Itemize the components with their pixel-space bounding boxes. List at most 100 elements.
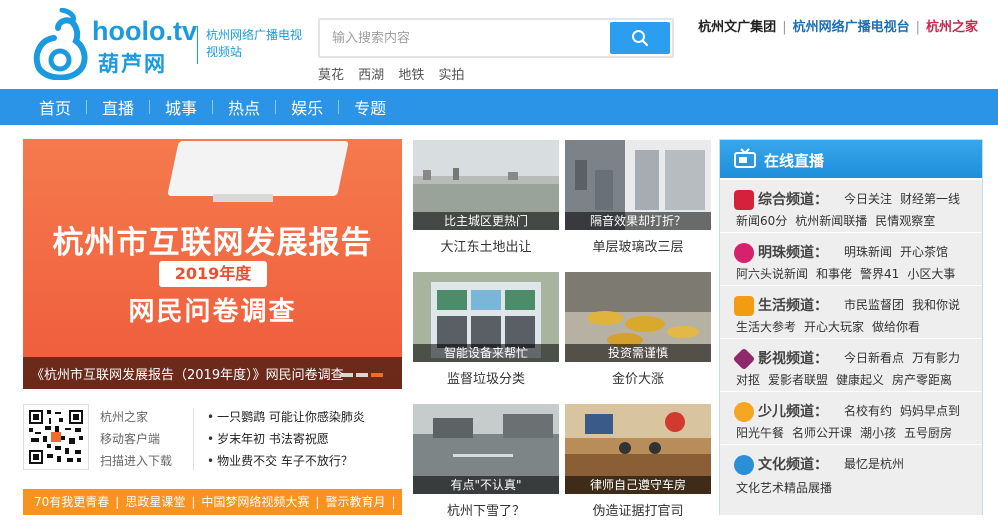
thumb-title[interactable]: 大江东土地出让 [413,236,559,255]
channel-row-general: 综合频道： 今日关注 财经第一线 新闻60分 杭州新闻联播 民情观察室 [720,179,982,232]
program-link[interactable]: 文化艺术精品展播 [736,481,832,495]
nav-item-live[interactable]: 直播 [87,95,149,119]
thumb-title[interactable]: 单层玻璃改三层 [565,236,711,255]
program-link[interactable]: 明珠新闻 [844,245,892,259]
hot-word[interactable]: 莫花 [318,68,344,83]
program-link[interactable]: 房产零距离 [892,373,952,387]
nav-item-home[interactable]: 首页 [24,95,86,119]
program-link[interactable]: 开心茶馆 [900,245,948,259]
program-link[interactable]: 我和你说 [912,298,960,312]
thumb-title[interactable]: 杭州下雪了？ [413,500,559,519]
program-link[interactable]: 做给你看 [872,320,920,334]
nav-item-hot[interactable]: 热点 [213,95,275,119]
topic-link[interactable]: 思政星课堂 [125,495,185,509]
program-link[interactable]: 杭州新闻联播 [795,214,867,228]
culture-channel-icon [734,455,754,475]
thumb-caption: 隔音效果却打折？ [565,212,711,230]
life-channel-icon [734,296,754,316]
topic-link[interactable]: 中国梦网络视频大赛 [201,495,309,509]
thumb-title[interactable]: 金价大涨 [565,368,711,387]
video-thumb[interactable]: 比主城区更热门 [413,140,559,230]
video-thumb[interactable]: 投资需谨慎 [565,272,711,362]
app-links: 杭州之家 移动客户端 扫描进入下载 [100,406,172,472]
program-link[interactable]: 五号厨房 [904,426,952,440]
link-hangzhou-home[interactable]: 杭州之家 [100,406,172,428]
program-link[interactable]: 名师公开课 [792,426,852,440]
thumb-title[interactable]: 监督垃圾分类 [413,368,559,387]
channel-row-life: 生活频道： 市民监督团 我和你说 生活大参考 开心大玩家 做给你看 [720,285,982,338]
program-link[interactable]: 名校有约 [844,404,892,418]
channel-name[interactable]: 明珠频道： [758,242,828,262]
news-item[interactable]: 物业费不交 车子不放行？ [207,450,365,472]
program-link[interactable]: 新闻60分 [736,214,787,228]
program-link[interactable]: 对抠 [736,373,760,387]
program-link[interactable]: 阿六头说新闻 [736,267,808,281]
video-thumb[interactable]: 智能设备来帮忙 [413,272,559,362]
program-link[interactable]: 爱影者联盟 [768,373,828,387]
program-link[interactable]: 和事佬 [816,267,852,281]
link-scan-download[interactable]: 扫描进入下载 [100,450,172,472]
program-link[interactable]: 开心大玩家 [804,320,864,334]
thumb-caption: 比主城区更热门 [413,212,559,230]
nav-item-topics[interactable]: 专题 [339,95,401,119]
program-link[interactable]: 市民监督团 [844,298,904,312]
banner-title: 杭州市互联网发展报告 [52,225,373,261]
qr-code-icon [27,408,85,466]
program-link[interactable]: 阳光午餐 [736,426,784,440]
channel-name[interactable]: 综合频道： [758,189,828,209]
site-logo[interactable]: hoolo.tv 葫芦网 [32,7,202,81]
hot-word[interactable]: 实拍 [438,68,464,83]
news-item[interactable]: 岁末年初 书法寄祝愿 [207,428,365,450]
program-link[interactable]: 最忆是杭州 [844,457,904,471]
video-thumb[interactable]: 律师自己遵守车房 [565,404,711,494]
video-thumb[interactable]: 隔音效果却打折？ [565,140,711,230]
program-link[interactable]: 万有影力 [912,351,960,365]
featured-banner[interactable]: 杭州市互联网发展报告 2019年度 网民问卷调查 《杭州市互联网发展报告（201… [23,139,402,389]
app-download-block: 杭州之家 移动客户端 扫描进入下载 一只鹦鹉 可能让你感染肺炎 岁末年初 书法寄… [23,404,402,476]
channel-name[interactable]: 文化频道： [758,454,828,474]
program-link[interactable]: 小区大事 [907,267,955,281]
pager-dot-active[interactable] [371,373,383,377]
top-link-station[interactable]: 杭州网络广播电视台 [793,20,910,35]
topic-link[interactable]: 70有我更青春 [34,495,109,509]
tv-icon [734,148,756,168]
hot-word[interactable]: 西湖 [358,68,384,83]
live-channels-panel: 在线直播 综合频道： 今日关注 财经第一线 新闻60分 杭州新闻联播 民情观察室 明珠… [719,139,983,515]
program-link[interactable]: 民情观察室 [875,214,935,228]
program-link[interactable]: 健康起义 [836,373,884,387]
program-link[interactable]: 财经第一线 [900,192,960,206]
nav-item-entertainment[interactable]: 娱乐 [276,95,338,119]
channel-name[interactable]: 影视频道： [758,348,828,368]
film-channel-icon [732,347,756,371]
program-link[interactable]: 今日关注 [844,192,892,206]
channel-name[interactable]: 少儿频道： [758,401,828,421]
bar-separator: | [315,495,320,509]
link-separator: | [915,20,920,35]
logo-subtitle: 葫芦网 [98,52,167,76]
banner-caption[interactable]: 《杭州市互联网发展报告（2019年度）》网民问卷调查 [31,364,361,383]
top-link-group[interactable]: 杭州文广集团 [698,20,776,35]
top-link-home[interactable]: 杭州之家 [926,20,978,35]
program-link[interactable]: 今日新看点 [844,351,904,365]
program-link[interactable]: 妈妈早点到 [900,404,960,418]
pager-dot[interactable] [356,373,368,377]
program-link[interactable]: 生活大参考 [736,320,796,334]
news-item[interactable]: 一只鹦鹉 可能让你感染肺炎 [207,406,365,428]
topic-link[interactable]: 警示教育月 [325,495,385,509]
thumb-caption: 智能设备来帮忙 [413,344,559,362]
program-link[interactable]: 警界41 [860,267,899,281]
thumb-title[interactable]: 伪造证据打官司 [565,500,711,519]
search-button[interactable] [610,22,670,54]
top-links: 杭州文广集团 | 杭州网络广播电视台 | 杭州之家 [698,16,978,35]
qr-code [23,404,89,470]
pager-dot[interactable] [341,373,353,377]
banner-subtitle: 网民问卷调查 [128,297,297,327]
hot-word[interactable]: 地铁 [398,68,424,83]
video-thumb[interactable]: 有点"不认真" [413,404,559,494]
search-input[interactable] [324,23,610,53]
program-link[interactable]: 潮小孩 [860,426,896,440]
link-mobile-client[interactable]: 移动客户端 [100,428,172,450]
bar-separator: | [115,495,120,509]
nav-item-city[interactable]: 城事 [150,95,212,119]
channel-name[interactable]: 生活频道： [758,295,828,315]
